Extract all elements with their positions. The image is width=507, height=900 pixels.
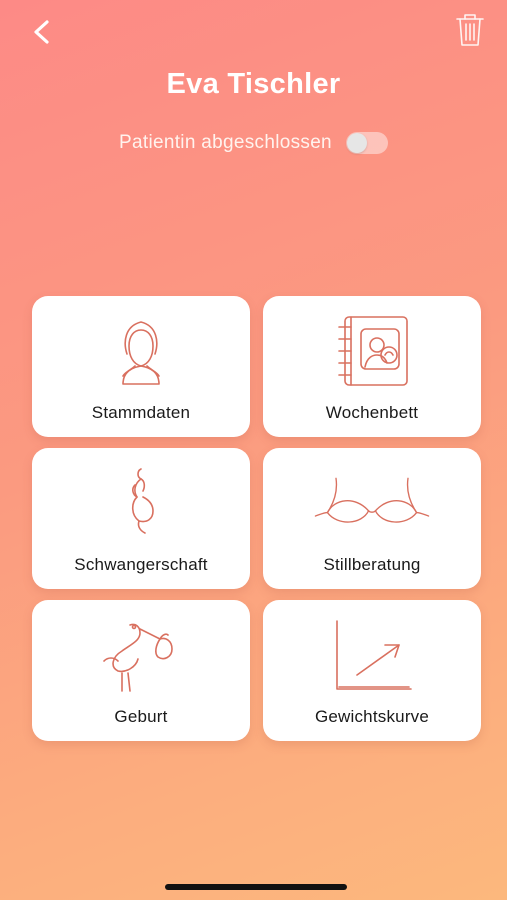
delete-button[interactable]: [455, 12, 485, 48]
toggle-knob: [346, 133, 367, 153]
section-grid: Stammdaten Wochenbett Schwangerschaft St…: [32, 296, 481, 741]
tile-label: Stillberatung: [323, 555, 421, 574]
tile-schwangerschaft[interactable]: Schwangerschaft: [32, 448, 250, 589]
patient-closed-label: Patientin abgeschlossen: [119, 132, 332, 153]
stork-icon: [103, 623, 173, 692]
tile-stammdaten[interactable]: Stammdaten: [32, 296, 250, 437]
address-book-icon: [338, 316, 408, 386]
chevron-left-icon: [34, 20, 49, 44]
tile-label: Geburt: [114, 707, 168, 726]
tile-label: Gewichtskurve: [314, 707, 430, 726]
tile-geburt[interactable]: Geburt: [32, 600, 250, 741]
back-button[interactable]: [24, 14, 60, 50]
person-portrait-icon: [122, 321, 160, 385]
patient-name: Eva Tischler: [166, 68, 341, 100]
pregnant-woman-icon: [131, 468, 154, 534]
tile-label: Schwangerschaft: [74, 555, 208, 574]
tile-label: Stammdaten: [91, 403, 191, 422]
home-indicator: [165, 884, 347, 890]
tile-stillberatung[interactable]: Stillberatung: [263, 448, 481, 589]
patient-status-row: Patientin abgeschlossen: [0, 132, 507, 154]
bra-icon: [314, 477, 430, 523]
tile-wochenbett[interactable]: Wochenbett: [263, 296, 481, 437]
patient-closed-toggle[interactable]: [345, 132, 388, 154]
tile-label: Wochenbett: [325, 403, 419, 422]
trash-icon: [456, 14, 484, 46]
tile-gewichtskurve[interactable]: Gewichtskurve: [263, 600, 481, 741]
growth-chart-icon: [336, 620, 412, 690]
